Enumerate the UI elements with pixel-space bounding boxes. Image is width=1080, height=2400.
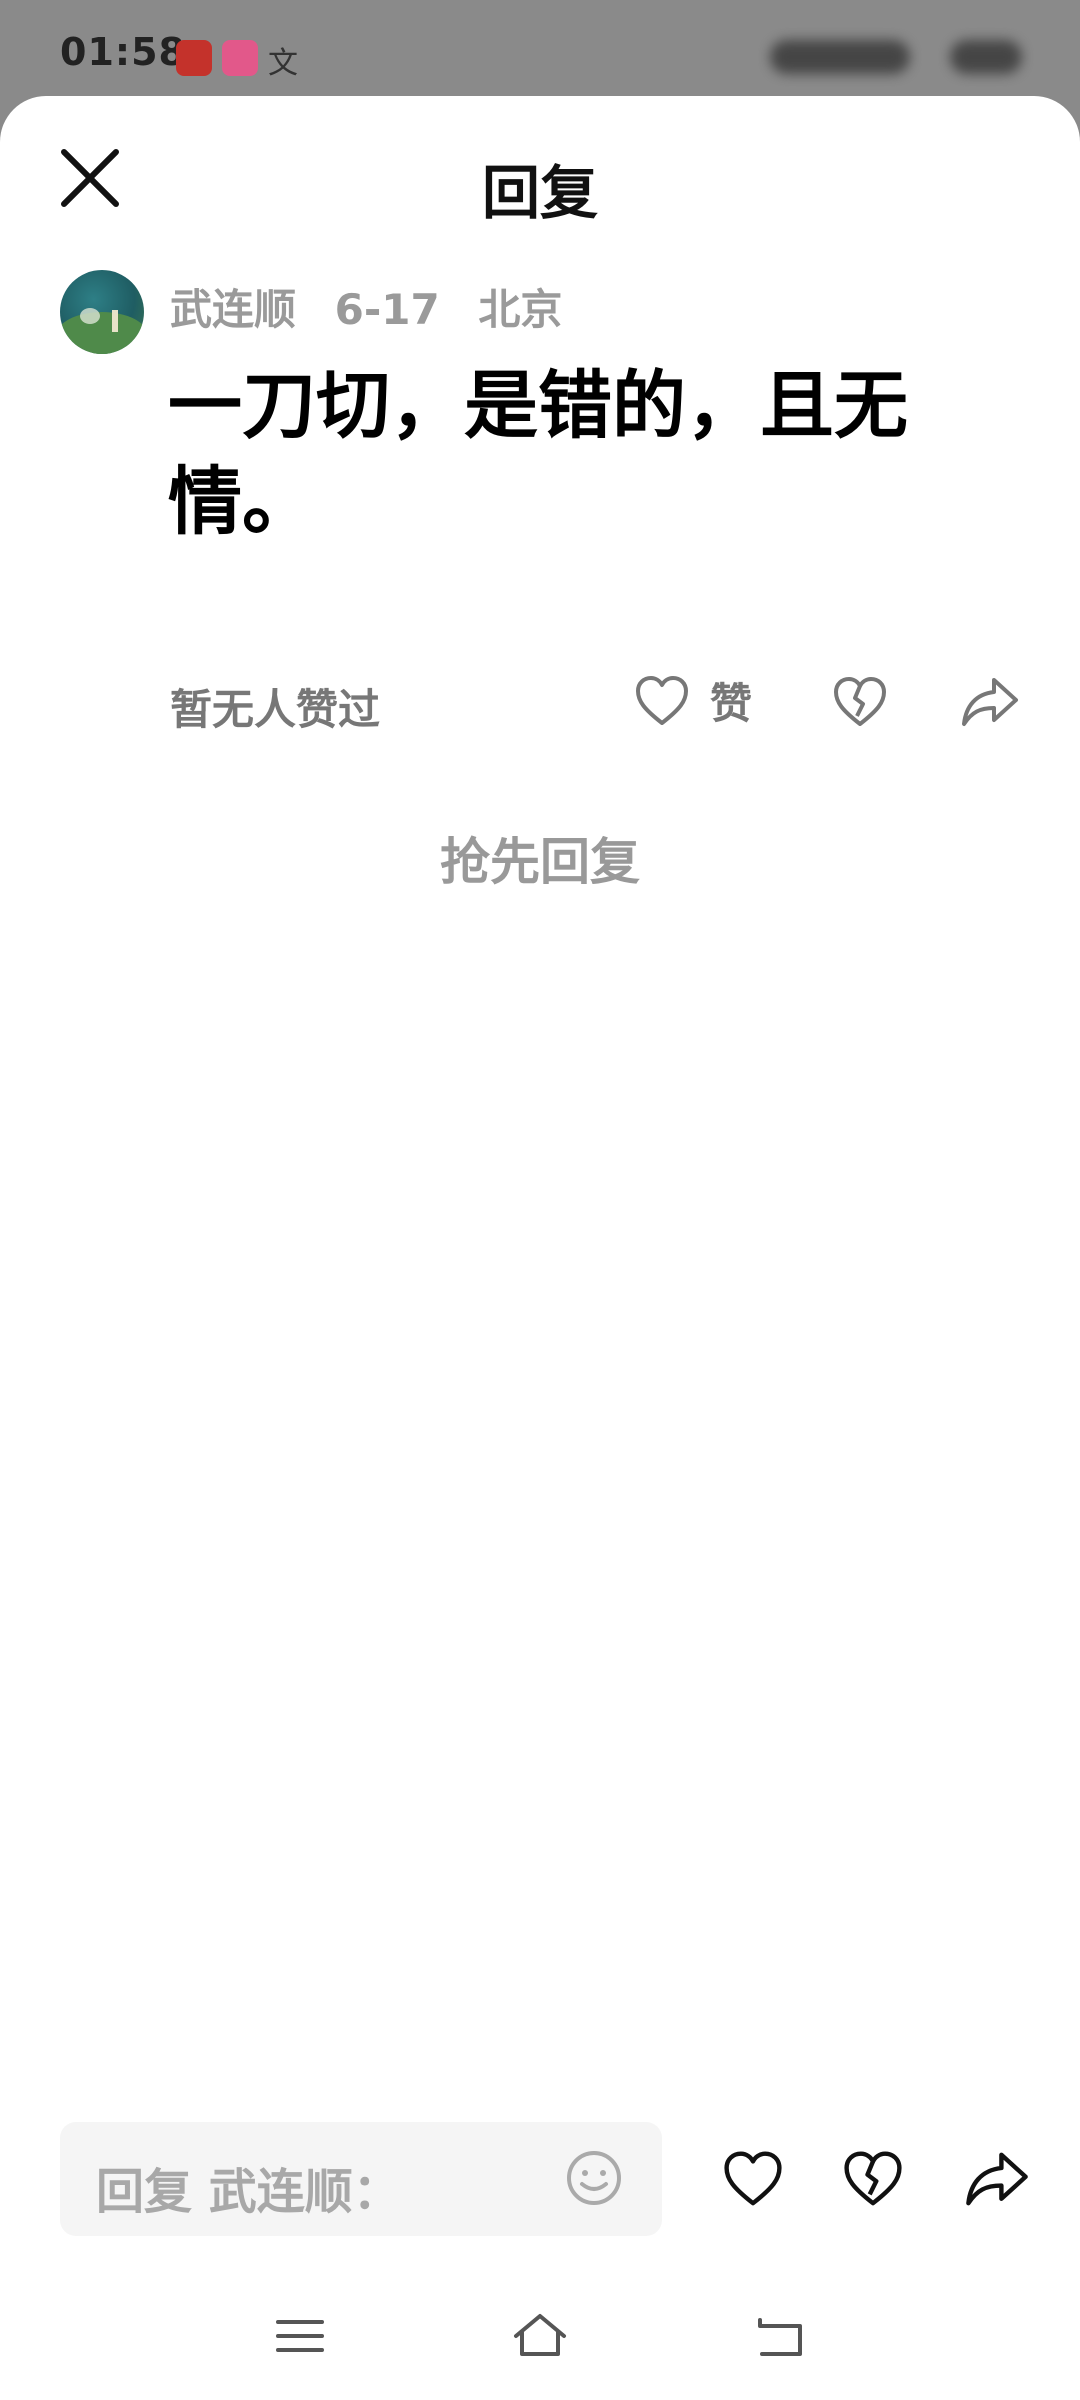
notification-app-icon bbox=[222, 40, 258, 76]
status-time: 01:58 bbox=[60, 30, 186, 74]
share-button[interactable] bbox=[960, 672, 1020, 732]
comment-author[interactable]: 武连顺 bbox=[170, 285, 296, 334]
comment-text: 一刀切，是错的，且无情。 bbox=[168, 363, 908, 545]
broken-heart-icon bbox=[844, 2151, 902, 2206]
nav-home-button[interactable] bbox=[510, 2310, 570, 2362]
heart-icon bbox=[636, 675, 688, 725]
bottom-share-button[interactable] bbox=[964, 2146, 1030, 2212]
likes-summary: 暂无人赞过 bbox=[170, 685, 381, 734]
sheet-title: 回复 bbox=[481, 159, 598, 227]
share-icon bbox=[966, 2152, 1028, 2206]
comment-meta: 武连顺 6-17 北京 bbox=[170, 276, 586, 337]
dislike-button[interactable] bbox=[830, 672, 890, 732]
like-button[interactable]: 赞 bbox=[632, 670, 752, 731]
status-bar: 01:58 文 bbox=[0, 0, 1080, 96]
back-icon bbox=[758, 2318, 802, 2356]
reply-input-placeholder: 回复 武连顺： bbox=[96, 2164, 401, 2220]
blurred-status-icons bbox=[770, 40, 910, 74]
share-icon bbox=[962, 678, 1018, 726]
menu-icon bbox=[276, 2320, 324, 2352]
like-label: 赞 bbox=[710, 679, 753, 728]
broken-heart-icon bbox=[834, 677, 886, 726]
wen-app-icon: 文 bbox=[268, 46, 298, 81]
emoji-button[interactable] bbox=[564, 2148, 624, 2208]
comment-location: 北京 bbox=[478, 285, 563, 334]
bottom-dislike-button[interactable] bbox=[840, 2146, 906, 2212]
reply-sheet: 回复 武连顺 6-17 北京 一刀切，是错的，且无情。 暂无人赞过 赞 抢先回复 bbox=[0, 96, 1080, 2400]
comment-date: 6-17 bbox=[334, 285, 440, 334]
bottom-like-button[interactable] bbox=[720, 2146, 786, 2212]
avatar[interactable] bbox=[60, 270, 144, 354]
first-reply-prompt[interactable]: 抢先回复 bbox=[0, 822, 1080, 894]
nav-back-button[interactable] bbox=[750, 2310, 810, 2362]
emoji-icon bbox=[567, 2151, 621, 2205]
home-icon bbox=[514, 2314, 566, 2356]
toutiao-app-icon bbox=[176, 40, 212, 76]
reply-input[interactable]: 回复 武连顺： bbox=[60, 2122, 662, 2236]
heart-icon bbox=[724, 2151, 782, 2206]
nav-menu-button[interactable] bbox=[270, 2310, 330, 2362]
blurred-battery-icon bbox=[950, 40, 1022, 74]
